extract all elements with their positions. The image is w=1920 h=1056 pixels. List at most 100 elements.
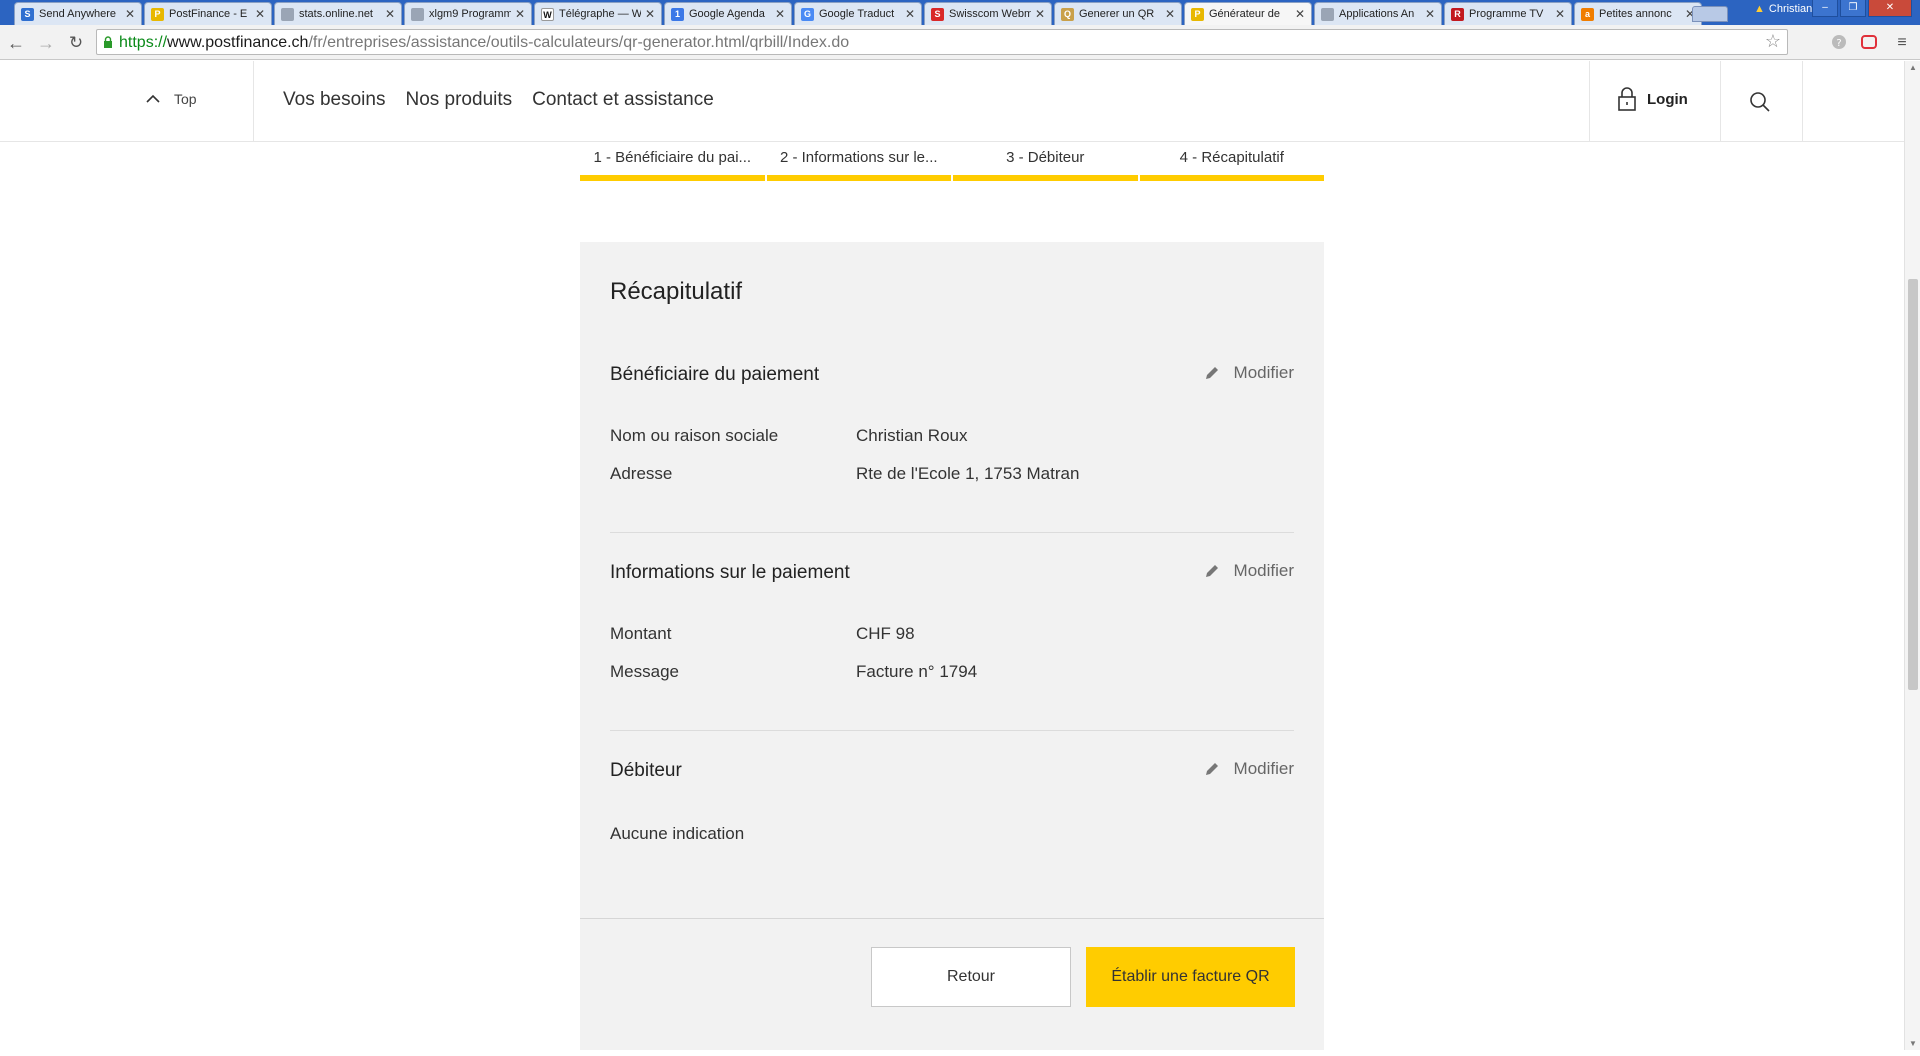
modify-beneficiary-button[interactable]: Modifier — [1204, 363, 1294, 383]
step-beneficiaire[interactable]: 1 - Bénéficiaire du pai... — [580, 144, 765, 181]
forward-arrow-icon[interactable]: → — [34, 31, 58, 55]
tab-favicon-icon: Q — [1061, 7, 1074, 21]
message-value: Facture n° 1794 — [856, 662, 978, 681]
tab-close-icon[interactable]: ✕ — [775, 7, 785, 21]
menu-icon[interactable]: ≡ — [1890, 31, 1914, 55]
svg-text:?: ? — [1836, 38, 1841, 49]
tab-title: xlgm9 Programm — [429, 8, 511, 20]
browser-tab[interactable]: Applications An ✕ — [1314, 2, 1442, 25]
browser-tab[interactable]: G Google Traduct ✕ — [794, 2, 922, 25]
tab-close-icon[interactable]: ✕ — [385, 7, 395, 21]
pencil-icon — [1205, 367, 1218, 379]
minimize-button[interactable]: – — [1812, 0, 1838, 17]
create-qr-invoice-button[interactable]: Établir une facture QR — [1086, 947, 1295, 1007]
padlock-icon — [1618, 87, 1636, 111]
browser-tab[interactable]: S Send Anywhere ✕ — [14, 2, 142, 25]
nav-contact-assistance[interactable]: Contact et assistance — [532, 89, 714, 111]
url-scheme: https:// — [119, 34, 168, 51]
browser-tab[interactable]: xlgm9 Programm ✕ — [404, 2, 532, 25]
browser-toolbar: ← → ↻ https://www.postfinance.ch/fr/entr… — [0, 25, 1920, 60]
payment-section-title: Informations sur le paiement — [610, 562, 850, 583]
browser-tab-strip: S Send Anywhere ✕ P PostFinance - E ✕ stats.on… — [0, 0, 1920, 25]
tab-close-icon[interactable]: ✕ — [645, 7, 655, 21]
tab-close-icon[interactable]: ✕ — [1295, 7, 1305, 21]
browser-tab[interactable]: S Swisscom Webm ✕ — [924, 2, 1052, 25]
site-header: Top Vos besoins Nos produits Contact et … — [0, 61, 1904, 142]
browser-tab[interactable]: P Générateur de ✕ — [1184, 2, 1312, 25]
step-debiteur[interactable]: 3 - Débiteur — [953, 144, 1138, 181]
browser-tab[interactable]: R Programme TV ✕ — [1444, 2, 1572, 25]
browser-tab[interactable]: 1 Google Agenda ✕ — [664, 2, 792, 25]
page-scrollbar[interactable]: ▲ ▼ — [1904, 61, 1920, 1050]
bookmark-star-icon[interactable]: ☆ — [1765, 31, 1781, 52]
scroll-up-arrow-icon[interactable]: ▲ — [1909, 63, 1917, 72]
tab-close-icon[interactable]: ✕ — [905, 7, 915, 21]
tab-close-icon[interactable]: ✕ — [1165, 7, 1175, 21]
tab-close-icon[interactable]: ✕ — [125, 7, 135, 21]
address-label: Adresse — [610, 464, 673, 483]
section-divider — [610, 730, 1294, 731]
tab-close-icon[interactable]: ✕ — [1555, 7, 1565, 21]
tab-title: PostFinance - E — [169, 8, 248, 20]
extension-icon[interactable]: ? — [1830, 33, 1848, 51]
modify-label: Modifier — [1233, 759, 1294, 778]
close-window-button[interactable]: ✕ — [1868, 0, 1912, 17]
window-controls: – ❐ ✕ — [1812, 0, 1912, 17]
debtor-section-title: Débiteur — [610, 760, 682, 781]
detail-row: Montant CHF 98 — [610, 624, 915, 644]
tab-title: Télégraphe — W — [559, 8, 641, 20]
maximize-button[interactable]: ❐ — [1840, 0, 1866, 17]
tab-favicon-icon: a — [1581, 7, 1594, 21]
tab-favicon-icon: S — [931, 7, 944, 21]
back-to-top-link[interactable]: Top — [146, 91, 197, 107]
chevron-up-icon — [146, 94, 160, 103]
tab-close-icon[interactable]: ✕ — [1035, 7, 1045, 21]
step-recapitulatif[interactable]: 4 - Récapitulatif — [1139, 144, 1324, 181]
tab-close-icon[interactable]: ✕ — [515, 7, 525, 21]
tab-title: Générateur de — [1209, 8, 1280, 20]
tab-favicon-icon — [281, 7, 294, 21]
tab-title: Send Anywhere — [39, 8, 117, 20]
detail-row: Message Facture n° 1794 — [610, 662, 977, 682]
browser-tab[interactable]: a Petites annonc ✕ — [1574, 2, 1702, 25]
tab-title: Programme TV — [1469, 8, 1544, 20]
tab-close-icon[interactable]: ✕ — [255, 7, 265, 21]
pencil-icon — [1205, 565, 1218, 577]
login-label: Login — [1647, 90, 1688, 108]
back-arrow-icon[interactable]: ← — [4, 31, 28, 55]
address-bar[interactable]: https://www.postfinance.ch/fr/entreprise… — [96, 29, 1788, 55]
url-text: https://www.postfinance.ch/fr/entreprise… — [119, 34, 849, 52]
new-tab-button[interactable] — [1692, 6, 1728, 22]
url-host: www.postfinance.ch — [167, 34, 309, 51]
tab-favicon-icon — [1321, 7, 1334, 21]
tab-close-icon[interactable]: ✕ — [1425, 7, 1435, 21]
profile-name: Christian — [1768, 3, 1813, 15]
tab-title: Petites annonc — [1599, 8, 1672, 20]
detail-row: Aucune indication — [610, 824, 744, 844]
tab-title: Swisscom Webm — [949, 8, 1031, 20]
pencil-icon — [1205, 763, 1218, 775]
search-icon[interactable] — [1748, 90, 1772, 114]
browser-tab[interactable]: P PostFinance - E ✕ — [144, 2, 272, 25]
back-button[interactable]: Retour — [871, 947, 1071, 1007]
step-informations-paiement[interactable]: 2 - Informations sur le... — [766, 144, 951, 181]
tab-favicon-icon: P — [151, 7, 164, 21]
scrollbar-thumb[interactable] — [1908, 279, 1918, 690]
browser-tab[interactable]: stats.online.net ✕ — [274, 2, 402, 25]
tab-favicon-icon: R — [1451, 7, 1464, 21]
modify-debtor-button[interactable]: Modifier — [1204, 759, 1294, 779]
pocket-extension-icon[interactable] — [1860, 33, 1878, 51]
browser-tab[interactable]: W Télégraphe — W ✕ — [534, 2, 662, 25]
reload-icon[interactable]: ↻ — [64, 31, 88, 55]
header-divider — [1720, 61, 1721, 142]
progress-steps: 1 - Bénéficiaire du pai... 2 - Informati… — [580, 144, 1324, 181]
profile-badge[interactable]: ▲ Christian — [1746, 1, 1820, 17]
modify-payment-button[interactable]: Modifier — [1204, 561, 1294, 581]
login-button[interactable]: Login — [1617, 87, 1688, 111]
warning-icon: ▲ — [1754, 3, 1765, 15]
nav-vos-besoins[interactable]: Vos besoins — [283, 89, 385, 111]
browser-tab[interactable]: Q Generer un QR ✕ — [1054, 2, 1182, 25]
scroll-down-arrow-icon[interactable]: ▼ — [1909, 1039, 1917, 1048]
message-label: Message — [610, 662, 679, 681]
nav-nos-produits[interactable]: Nos produits — [405, 89, 512, 111]
